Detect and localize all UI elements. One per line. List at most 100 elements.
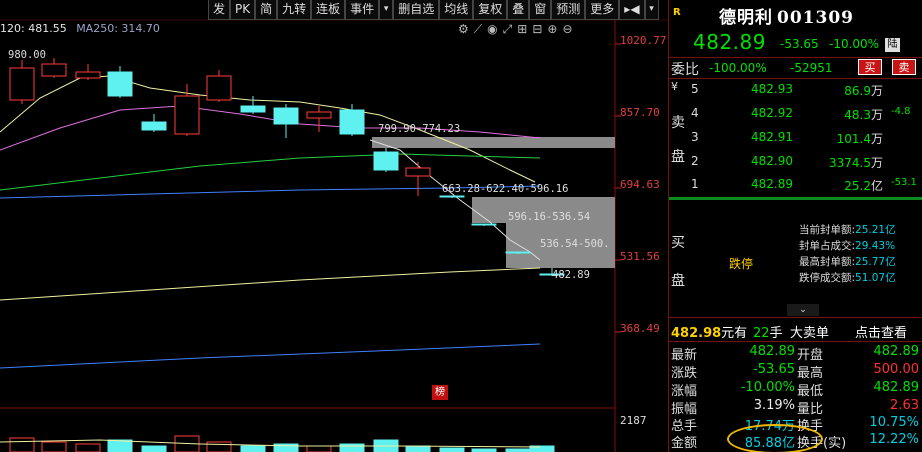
seal-info-label: 跌停成交额: [799, 272, 856, 284]
kline-chart-area[interactable]: 120: 481.55 MA250: 314.70 ⚙ ⟋ ◉ ⤢ ⊞ ⊟ ⊕ … [0, 0, 668, 452]
toolbar-ma-button[interactable]: 均线 [439, 0, 474, 20]
seal-info-row: 最高封单额:25.77亿 [799, 254, 896, 269]
quote-value: -53.65 [753, 362, 795, 377]
candle-body [41, 63, 67, 77]
volume-bar [141, 445, 167, 452]
toolbar-adjust-button[interactable]: 复权 [473, 0, 508, 20]
volume-axis-label: 2187 [620, 414, 647, 427]
quote-value: -10.00% [740, 380, 795, 395]
gap-annotation: 799.90-774.23 [378, 123, 461, 135]
volume-bar [107, 439, 133, 452]
kline-chart[interactable] [0, 0, 668, 452]
trade-price-unit: 元有 [721, 326, 748, 341]
seal-info-label: 封单占成交: [799, 240, 856, 252]
volume-bar [439, 447, 465, 452]
chart-toolbar: 发 PK 简 九转 连板 事件 ▾ 删自选 均线 复权 叠 窗 预测 更多 ▸◀… [208, 0, 659, 20]
candle-body [107, 71, 133, 97]
ma250-value: MA250: 314.70 [76, 22, 160, 35]
price-axis-label: 368.49 [620, 322, 660, 335]
toolbar-overlay-button[interactable]: 叠 [507, 0, 530, 20]
sell-button[interactable]: 卖 [892, 59, 916, 75]
quote-value: 500.00 [873, 362, 920, 377]
grid-icon[interactable]: ⊞ [517, 22, 527, 37]
quote-label: 最低 [797, 384, 824, 399]
seal-info-row: 封单占成交:29.43% [799, 238, 895, 253]
hk-connect-badge: 陆 [885, 38, 900, 52]
sell-level-1[interactable]: 1 482.89 25.2亿 -53.1 [669, 177, 922, 197]
gap-annotation: 536.54-500. [540, 238, 610, 250]
toolbar-lianban-button[interactable]: 连板 [311, 0, 346, 20]
book-divider [669, 197, 922, 200]
toolbar-pk-button[interactable]: PK [230, 0, 256, 20]
sell-level-5[interactable]: 5 482.93 86.9万 [669, 82, 922, 102]
toolbar-simple-button[interactable]: 简 [255, 0, 278, 20]
trade-price-value: 482.98 [671, 326, 722, 341]
candle-body [174, 95, 200, 135]
buy-button[interactable]: 买 [858, 59, 882, 75]
candle-body [273, 107, 299, 125]
zoom-in-icon[interactable]: ⊕ [547, 22, 557, 37]
limit-down-label: 跌停 [729, 257, 754, 271]
seal-info-label: 当前封单额: [799, 224, 856, 236]
quantity-unit: 万 [870, 132, 883, 146]
volume-bar [240, 445, 266, 452]
stock-title-row: R 德明利 001309 [669, 0, 922, 28]
draw-line-icon[interactable]: ⟋ [474, 22, 482, 37]
quote-label: 涨跌 [671, 366, 698, 381]
quantity-value: 25.2 [844, 179, 871, 193]
sell-level-3[interactable]: 3 482.91 101.4万 [669, 130, 922, 150]
candle-body [9, 67, 35, 101]
sell-level-2[interactable]: 2 482.90 3374.5万 [669, 154, 922, 174]
eye-icon[interactable]: ◉ [487, 22, 497, 37]
candle-body [471, 223, 497, 226]
volume-bar [206, 441, 232, 452]
toolbar-window-button[interactable]: 窗 [529, 0, 552, 20]
gap-annotation: 596.16-536.54 [508, 211, 591, 223]
highlight-circle [727, 424, 823, 452]
divider [669, 317, 922, 318]
toolbar-fa-button[interactable]: 发 [208, 0, 231, 20]
toolbar-more-button[interactable]: 更多 [585, 0, 620, 20]
toolbar-remove-watchlist-button[interactable]: 删自选 [393, 0, 440, 20]
sell-level-4[interactable]: 4 482.92 48.3万 -4.8 [669, 106, 922, 126]
chart-tool-icons: ⚙ ⟋ ◉ ⤢ ⊞ ⊟ ⊕ ⊖ [458, 22, 573, 37]
toolbar-menu-dropdown-icon[interactable]: ▾ [644, 0, 659, 20]
toolbar-jiuzhuan-button[interactable]: 九转 [277, 0, 312, 20]
price-axis-label: 531.56 [620, 250, 660, 263]
level-quantity: 3374.5万 [825, 154, 883, 171]
quote-value: 12.22% [869, 432, 919, 447]
layout-icon[interactable]: ⊟ [532, 22, 542, 37]
quote-label: 开盘 [797, 348, 824, 363]
quote-label: 金额 [671, 436, 698, 451]
ma-line-yellow-long [0, 267, 541, 301]
weibi-difference: -52951 [790, 61, 833, 75]
expand-icon[interactable]: ⤢ [503, 22, 513, 37]
quantity-value: 48.3 [844, 108, 871, 122]
quantity-unit: 万 [870, 156, 883, 170]
level-price: 482.92 [751, 106, 793, 120]
settings-icon[interactable]: ⚙ [458, 22, 469, 37]
seal-info-value: 25.21亿 [855, 224, 896, 236]
volume-bar [306, 445, 332, 452]
trade-volume-value: 22 [753, 326, 770, 341]
quote-row: 涨跌 -53.65 最高 500.00 [669, 362, 922, 381]
collapse-chevron-icon[interactable]: ⌄ [787, 304, 819, 316]
zoom-out-icon[interactable]: ⊖ [562, 22, 572, 37]
click-view-link[interactable]: 点击查看 [855, 322, 907, 341]
quantity-unit: 亿 [870, 179, 883, 193]
ranking-badge[interactable]: 榜 [432, 385, 448, 400]
divider [669, 341, 922, 342]
quantity-value: 101.4 [836, 132, 871, 146]
toolbar-event-button[interactable]: 事件 [345, 0, 380, 20]
level-price: 482.90 [751, 154, 793, 168]
big-order-row[interactable]: 482.98元有 22手 大卖单 点击查看 [669, 320, 922, 341]
stock-name: 德明利 001309 [719, 3, 854, 28]
toolbar-collapse-icon[interactable]: ▸◀ [619, 0, 645, 20]
toolbar-event-dropdown-icon[interactable]: ▾ [379, 0, 394, 20]
quote-label: 涨幅 [671, 384, 698, 399]
toolbar-forecast-button[interactable]: 预测 [551, 0, 586, 20]
weibi-row: 委比 -100.00% -52951 买 卖 [669, 58, 922, 78]
quote-value: 3.19% [753, 398, 795, 413]
level-quantity: 101.4万 [825, 130, 883, 147]
weibi-percent: -100.00% [709, 61, 767, 75]
